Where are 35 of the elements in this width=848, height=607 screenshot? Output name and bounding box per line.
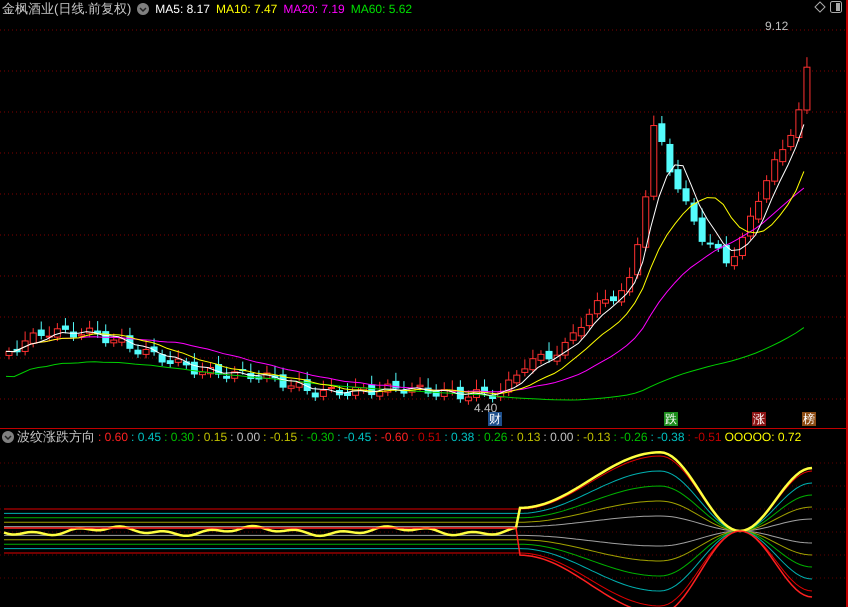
- signal-tag: 涨: [752, 412, 766, 426]
- indicator-value: : -0.13: [576, 430, 610, 444]
- indicator-value: : 0.38: [444, 430, 474, 444]
- price-label: 9.12: [765, 19, 788, 33]
- indicator-value: : 0.26: [477, 430, 508, 444]
- panel-toggle-icon[interactable]: [830, 1, 842, 13]
- indicator-value: : -0.15: [263, 430, 298, 444]
- diamond-icon[interactable]: [814, 1, 826, 13]
- indicator-value: : 0.30: [164, 430, 194, 444]
- dropdown-icon[interactable]: [137, 3, 150, 15]
- signal-tag: 跌: [664, 412, 678, 426]
- signal-tag: 财: [488, 412, 502, 426]
- indicator-value: : -0.60: [374, 430, 408, 444]
- ma-label: MA5: 8.17: [155, 2, 210, 16]
- indicator-value: : 0.60: [98, 430, 128, 444]
- indicator-value: : -0.51: [688, 430, 722, 444]
- indicator-value: : 0.51: [411, 430, 442, 444]
- indicator-value: : -0.30: [300, 430, 334, 444]
- dropdown-icon[interactable]: [2, 431, 14, 443]
- indicator-title: 波纹涨跌方向: [17, 428, 95, 446]
- signal-tag: 榜: [802, 412, 816, 426]
- indicator-value: : 0.45: [131, 430, 162, 444]
- price-label: 4.40: [474, 401, 498, 415]
- indicator-value: : 0.00: [230, 430, 260, 444]
- indicator-value: : -0.45: [337, 430, 372, 444]
- indicator-value: : -0.26: [613, 430, 648, 444]
- indicator-value: : 0.13: [510, 430, 540, 444]
- ma-label: MA20: 7.19: [283, 2, 345, 16]
- indicator-value: : 0.00: [543, 430, 574, 444]
- indicator-value: : -0.38: [650, 430, 685, 444]
- chart-title: 金枫酒业(日线.前复权): [2, 0, 132, 18]
- indicator-value: : 0.15: [197, 430, 228, 444]
- indicator-value: OOOOO: 0.72: [724, 430, 802, 444]
- ma-label: MA60: 5.62: [350, 2, 412, 16]
- ma-label: MA10: 7.47: [216, 2, 278, 16]
